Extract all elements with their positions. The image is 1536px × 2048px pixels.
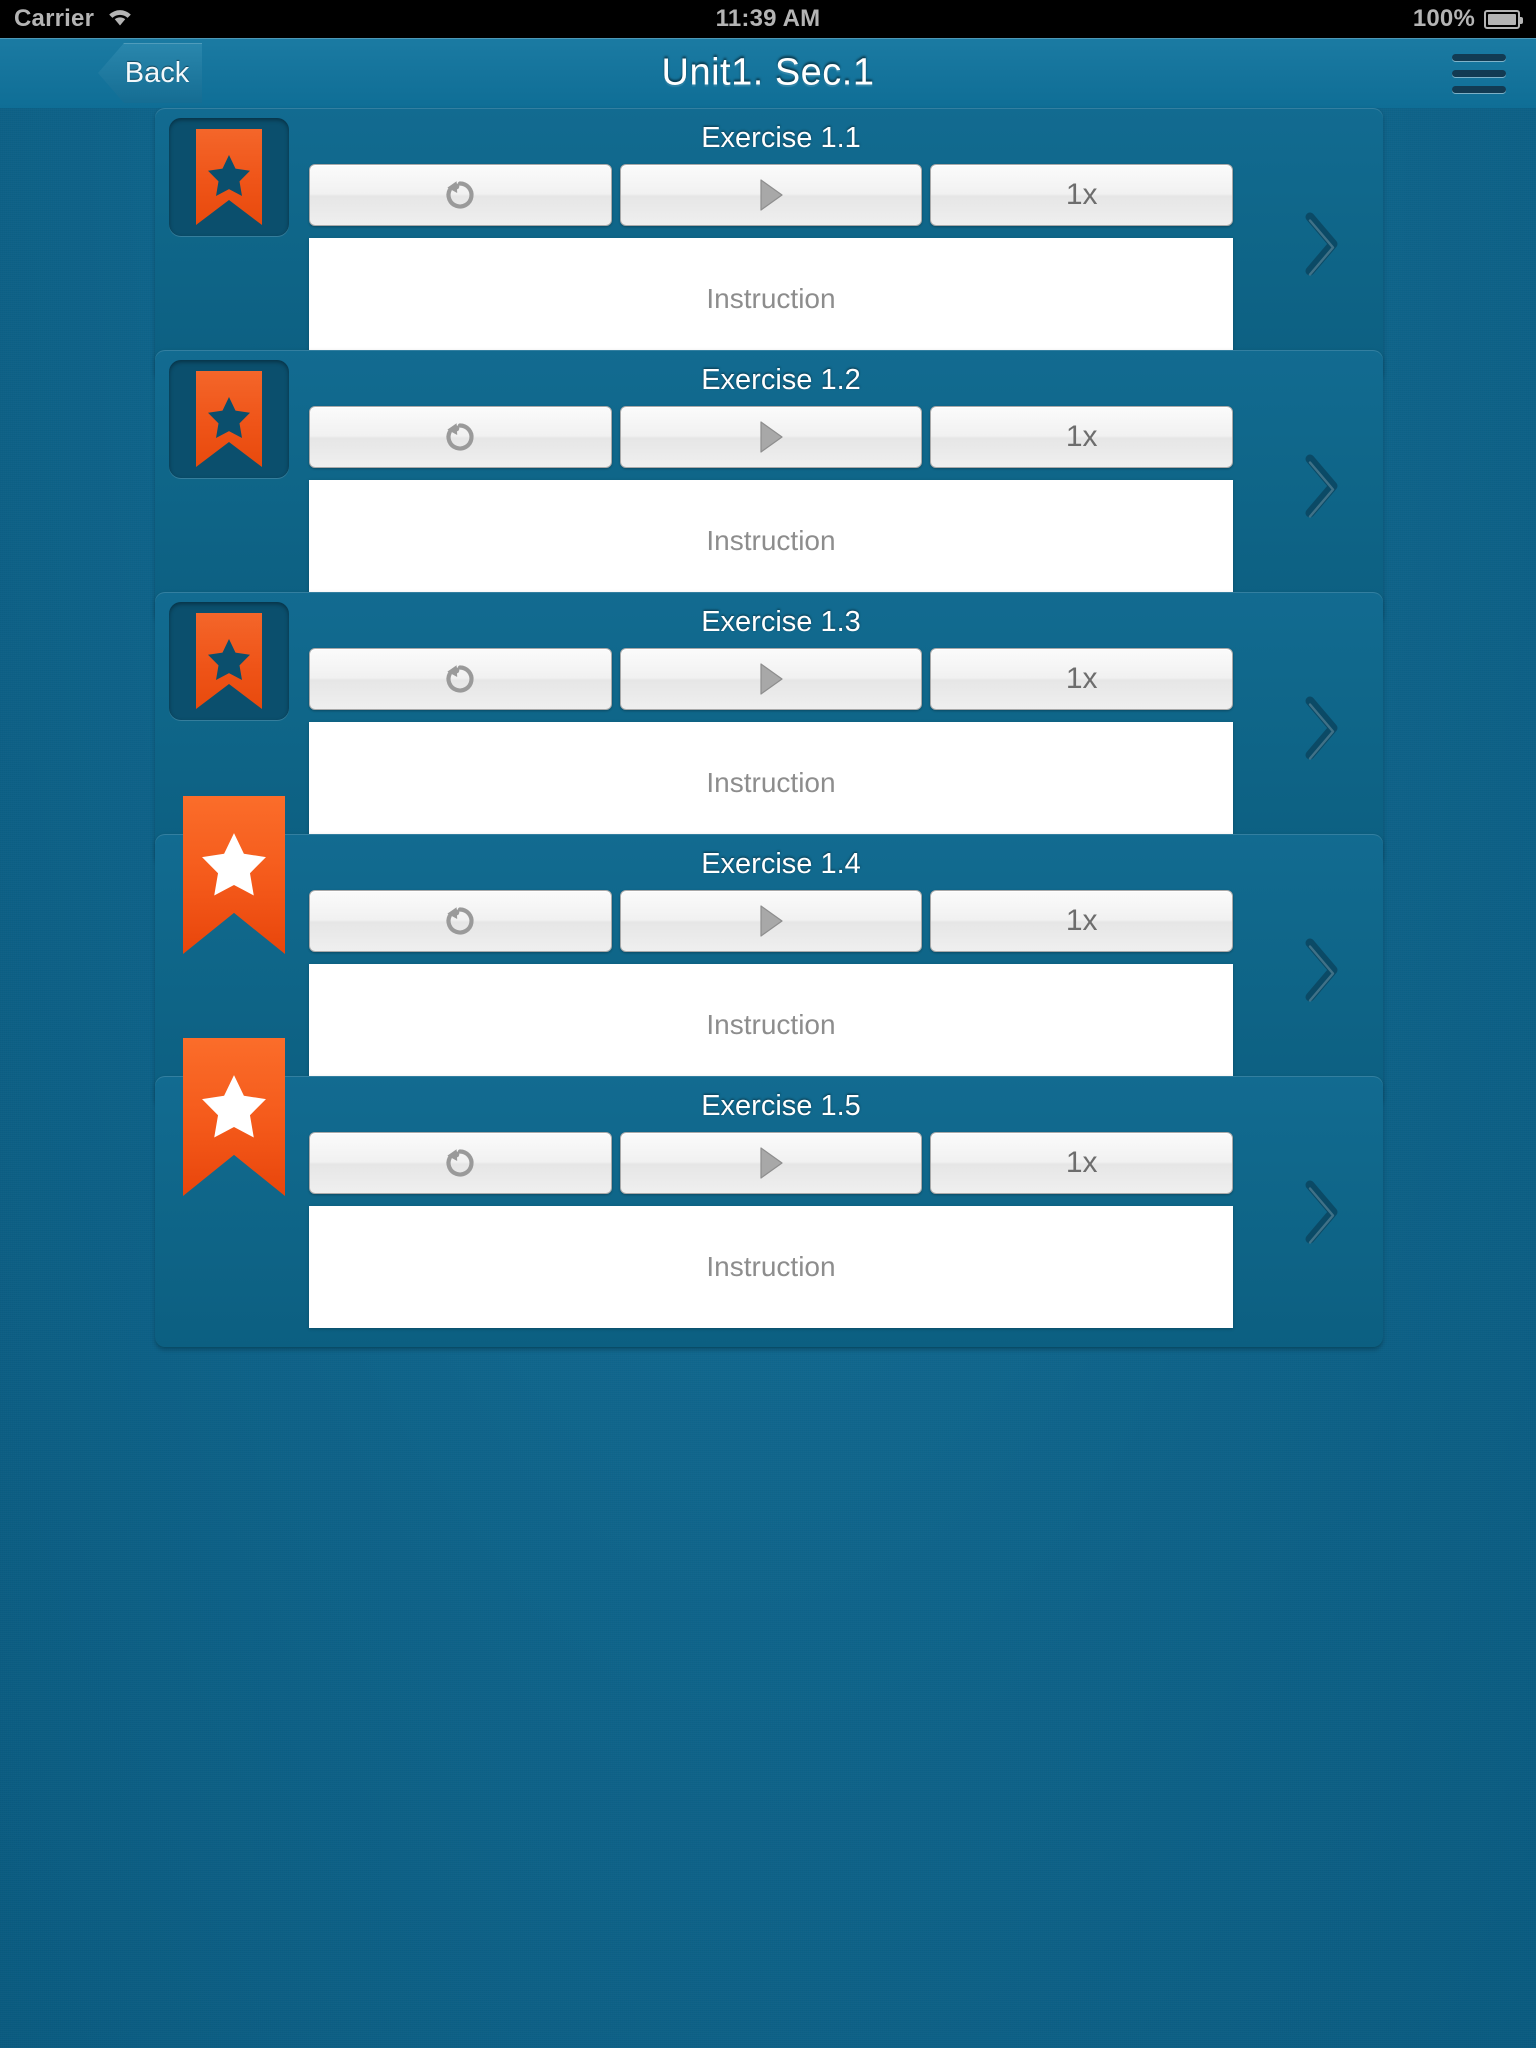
transport-controls: 1x — [309, 406, 1234, 468]
replay-button[interactable] — [309, 164, 612, 226]
chevron-right-icon[interactable] — [1299, 935, 1345, 1005]
replay-button[interactable] — [309, 648, 612, 710]
bookmark-star-button[interactable] — [169, 602, 289, 720]
instruction-panel[interactable]: Instruction — [309, 722, 1233, 844]
play-button[interactable] — [619, 890, 923, 952]
play-button[interactable] — [619, 648, 923, 710]
replay-icon — [446, 423, 474, 451]
play-icon — [760, 421, 783, 453]
star-glyph — [208, 639, 250, 680]
replay-icon — [446, 181, 474, 209]
instruction-panel[interactable]: Instruction — [309, 1206, 1233, 1328]
instruction-panel[interactable]: Instruction — [309, 964, 1233, 1086]
exercise-card-1[interactable]: Exercise 1.1 1x Instruction — [155, 108, 1383, 380]
star-icon — [196, 129, 262, 225]
status-bar-clock: 11:39 AM — [715, 5, 821, 32]
battery-icon — [1484, 9, 1523, 29]
chevron-right-icon[interactable] — [1299, 451, 1345, 521]
exercise-card-2[interactable]: Exercise 1.2 1x Instruction — [155, 350, 1383, 622]
playback-speed-button[interactable]: 1x — [930, 890, 1234, 952]
replay-button[interactable] — [309, 1132, 612, 1194]
exercise-title: Exercise 1.2 — [701, 364, 861, 396]
play-icon — [760, 663, 783, 695]
instruction-panel[interactable]: Instruction — [309, 238, 1233, 360]
status-bar: Carrier 11:39 AM 100% — [0, 0, 1536, 38]
playback-speed-button[interactable]: 1x — [930, 648, 1234, 710]
star-icon — [196, 371, 262, 467]
bookmark-star-button[interactable] — [169, 118, 289, 236]
bookmark-star-button[interactable] — [169, 360, 289, 478]
transport-controls: 1x — [309, 164, 1234, 226]
chevron-right-icon[interactable] — [1299, 209, 1345, 279]
playback-speed-button[interactable]: 1x — [930, 164, 1234, 226]
instruction-panel[interactable]: Instruction — [309, 480, 1233, 602]
star-glyph — [202, 1075, 266, 1138]
replay-icon — [446, 1149, 474, 1177]
hamburger-menu-icon[interactable] — [1452, 51, 1506, 95]
star-glyph — [202, 833, 266, 896]
play-button[interactable] — [619, 1132, 923, 1194]
exercise-title: Exercise 1.1 — [701, 122, 861, 154]
exercise-card-5[interactable]: Exercise 1.5 1x Instruction — [155, 1038, 1383, 1348]
page-title: Unit1. Sec.1 — [661, 51, 875, 94]
transport-controls: 1x — [309, 890, 1234, 952]
replay-icon — [446, 665, 474, 693]
play-icon — [760, 179, 783, 211]
exercise-title: Exercise 1.5 — [701, 1090, 861, 1122]
playback-speed-button[interactable]: 1x — [930, 406, 1234, 468]
exercise-title: Exercise 1.4 — [701, 848, 861, 880]
exercise-card-4[interactable]: Exercise 1.4 1x Instruction — [155, 796, 1383, 1106]
star-glyph — [208, 397, 250, 438]
transport-controls: 1x — [309, 1132, 1234, 1194]
transport-controls: 1x — [309, 648, 1234, 710]
star-glyph — [208, 155, 250, 196]
replay-button[interactable] — [309, 406, 612, 468]
bookmark-star-button[interactable] — [183, 1038, 285, 1196]
chevron-right-icon[interactable] — [1299, 693, 1345, 763]
play-icon — [760, 905, 783, 937]
play-icon — [760, 1147, 783, 1179]
navigation-bar: Back Unit1. Sec.1 — [0, 38, 1536, 108]
playback-speed-button[interactable]: 1x — [930, 1132, 1234, 1194]
star-icon — [196, 613, 262, 709]
exercise-list[interactable]: Exercise 1.1 1x Instruction Exercise 1.2… — [0, 108, 1536, 2048]
chevron-right-icon[interactable] — [1299, 1177, 1345, 1247]
play-button[interactable] — [619, 164, 923, 226]
bookmark-star-button[interactable] — [183, 796, 285, 954]
battery-percent-label: 100% — [1412, 5, 1475, 32]
exercise-card-3[interactable]: Exercise 1.3 1x Instruction — [155, 592, 1383, 864]
play-button[interactable] — [619, 406, 923, 468]
status-bar-right: 100% — [1412, 5, 1523, 33]
replay-button[interactable] — [309, 890, 612, 952]
exercise-title: Exercise 1.3 — [701, 606, 861, 638]
replay-icon — [446, 907, 474, 935]
